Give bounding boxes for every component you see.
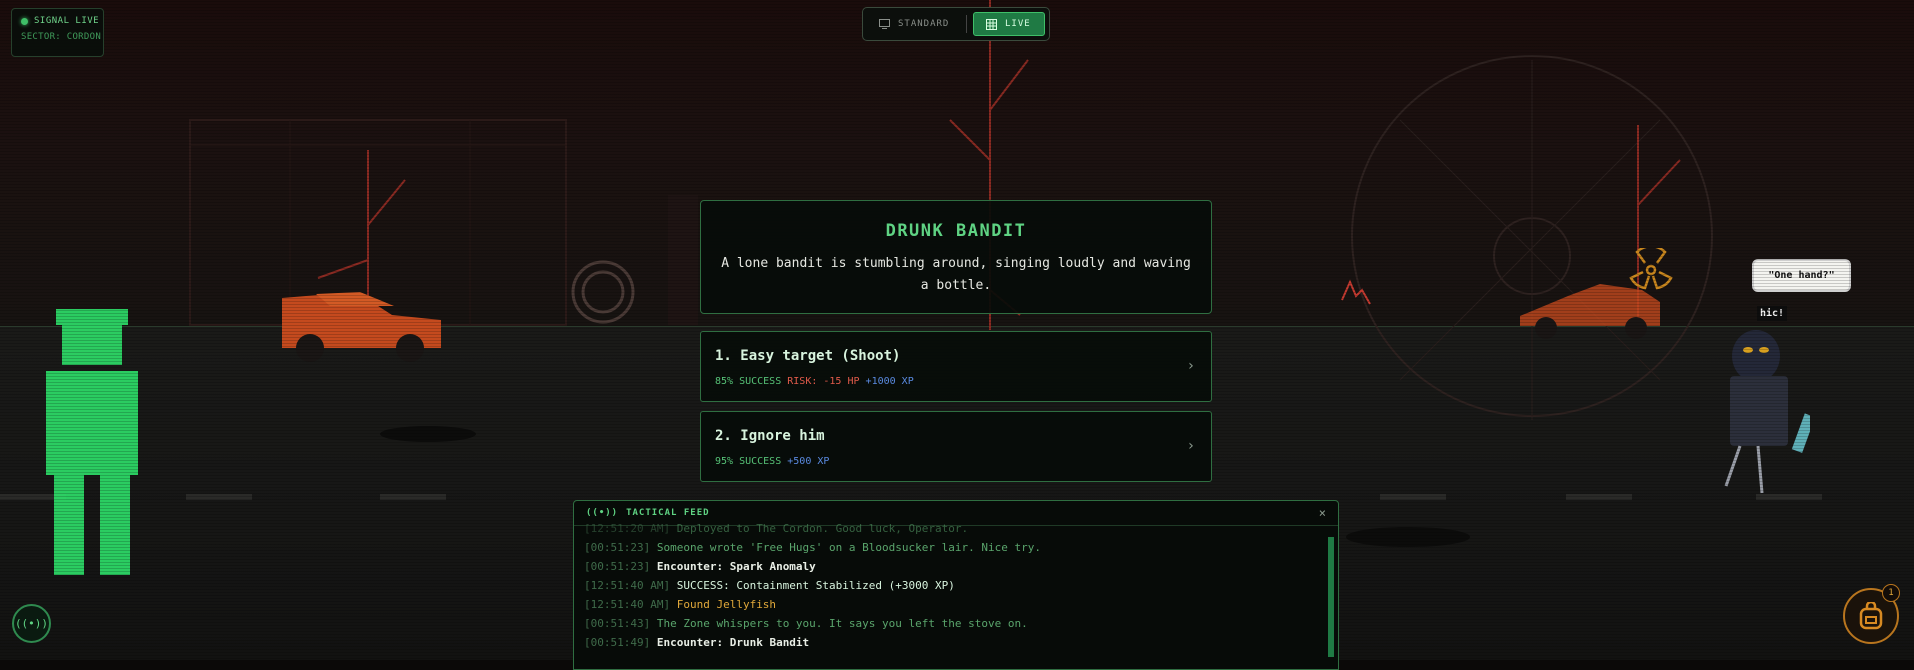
feed-line: [00:51:23] Encounter: Spark Anomaly [584,557,1324,576]
toggle-divider [966,15,967,33]
choice-label: 2. Ignore him [715,428,825,444]
feed-line: [00:51:23] Someone wrote 'Free Hugs' on … [584,538,1324,557]
choice-xp-reward: +1000 XP [865,376,914,387]
radio-button[interactable]: ((•)) [12,604,51,643]
road-marking [380,494,446,500]
signal-dot-icon [21,17,28,25]
backpack-icon [1859,602,1883,630]
feed-log[interactable]: [12:51:20 AM] Deployed to The Cordon. Go… [584,515,1324,652]
feed-scrollbar[interactable] [1328,537,1334,657]
encounter-panel: DRUNK BANDIT A lone bandit is stumbling … [700,200,1212,314]
feed-line: [12:51:40 AM] SUCCESS: Containment Stabi… [584,576,1324,595]
road-marking [1380,494,1446,500]
inventory-count-badge: 1 [1882,584,1900,602]
npc-hiccup-text: hic! [1757,306,1788,321]
choice-ignore-button[interactable]: 2. Ignore him 95% SUCCESS +500 XP › [700,411,1212,482]
choice-success-rate: 95% SUCCESS [715,456,782,467]
monitor-icon [879,19,890,29]
encounter-description: A lone bandit is stumbling around, singi… [721,256,1191,293]
feed-text: SUCCESS: Containment Stabilized (+3000 X… [676,579,955,592]
choice-risk: RISK: -15 HP [787,376,860,387]
feed-timestamp: [00:51:49] [584,636,651,649]
feed-timestamp: [00:51:23] [584,541,651,554]
feed-text: Found Jellyfish [676,598,777,611]
radiation-icon [1629,248,1673,290]
mode-toggle: STANDARD LIVE [862,7,1050,41]
feed-text: The Zone whispers to you. It says you le… [656,617,1028,630]
standard-mode-label: STANDARD [898,19,950,29]
npc-speech-bubble: "One hand?" [1752,259,1851,292]
feed-line: [00:51:49] Encounter: Drunk Bandit [584,633,1324,652]
feed-text: Encounter: Drunk Bandit [656,636,810,649]
feed-line: [12:51:20 AM] Deployed to The Cordon. Go… [584,519,1324,538]
feed-text: Encounter: Spark Anomaly [656,560,816,573]
chevron-right-icon: › [1186,358,1195,374]
signal-status: SIGNAL LIVE [34,16,100,26]
feed-timestamp: [12:51:40 AM] [584,579,671,592]
encounter-title: DRUNK BANDIT [885,221,1027,241]
live-mode-button[interactable]: LIVE [973,12,1045,36]
feed-line: [12:51:40 AM] Found Jellyfish [584,595,1324,614]
choice-shoot-button[interactable]: 1. Easy target (Shoot) 85% SUCCESS RISK:… [700,331,1212,402]
choice-xp-reward: +500 XP [787,456,830,467]
sector-label: SECTOR: CORDON [21,32,102,42]
chevron-right-icon: › [1186,438,1195,454]
player-character [46,309,138,575]
feed-timestamp: [00:51:43] [584,617,651,630]
feed-timestamp: [12:51:20 AM] [584,522,671,535]
feed-line: [00:51:43] The Zone whispers to you. It … [584,614,1324,633]
standard-mode-button[interactable]: STANDARD [867,12,957,36]
choice-stats: 85% SUCCESS RISK: -15 HP +1000 XP [715,376,914,387]
road-marking [186,494,252,500]
choice-stats: 95% SUCCESS +500 XP [715,456,829,467]
feed-timestamp: [00:51:23] [584,560,651,573]
tactical-feed-panel: ((•)) TACTICAL FEED × [12:51:20 AM] Depl… [573,500,1339,670]
drunk-bandit-npc [1724,330,1810,494]
live-mode-label: LIVE [1005,19,1031,29]
choice-label: 1. Easy target (Shoot) [715,348,901,364]
feed-timestamp: [12:51:40 AM] [584,598,671,611]
feed-text: Someone wrote 'Free Hugs' on a Bloodsuck… [656,541,1041,554]
grid-icon [986,18,997,30]
choice-success-rate: 85% SUCCESS [715,376,782,387]
radio-icon: ((•)) [14,617,49,630]
signal-status-panel: SIGNAL LIVE SECTOR: CORDON [11,8,104,57]
feed-text: Deployed to The Cordon. Good luck, Opera… [676,522,969,535]
road-marking [1566,494,1632,500]
